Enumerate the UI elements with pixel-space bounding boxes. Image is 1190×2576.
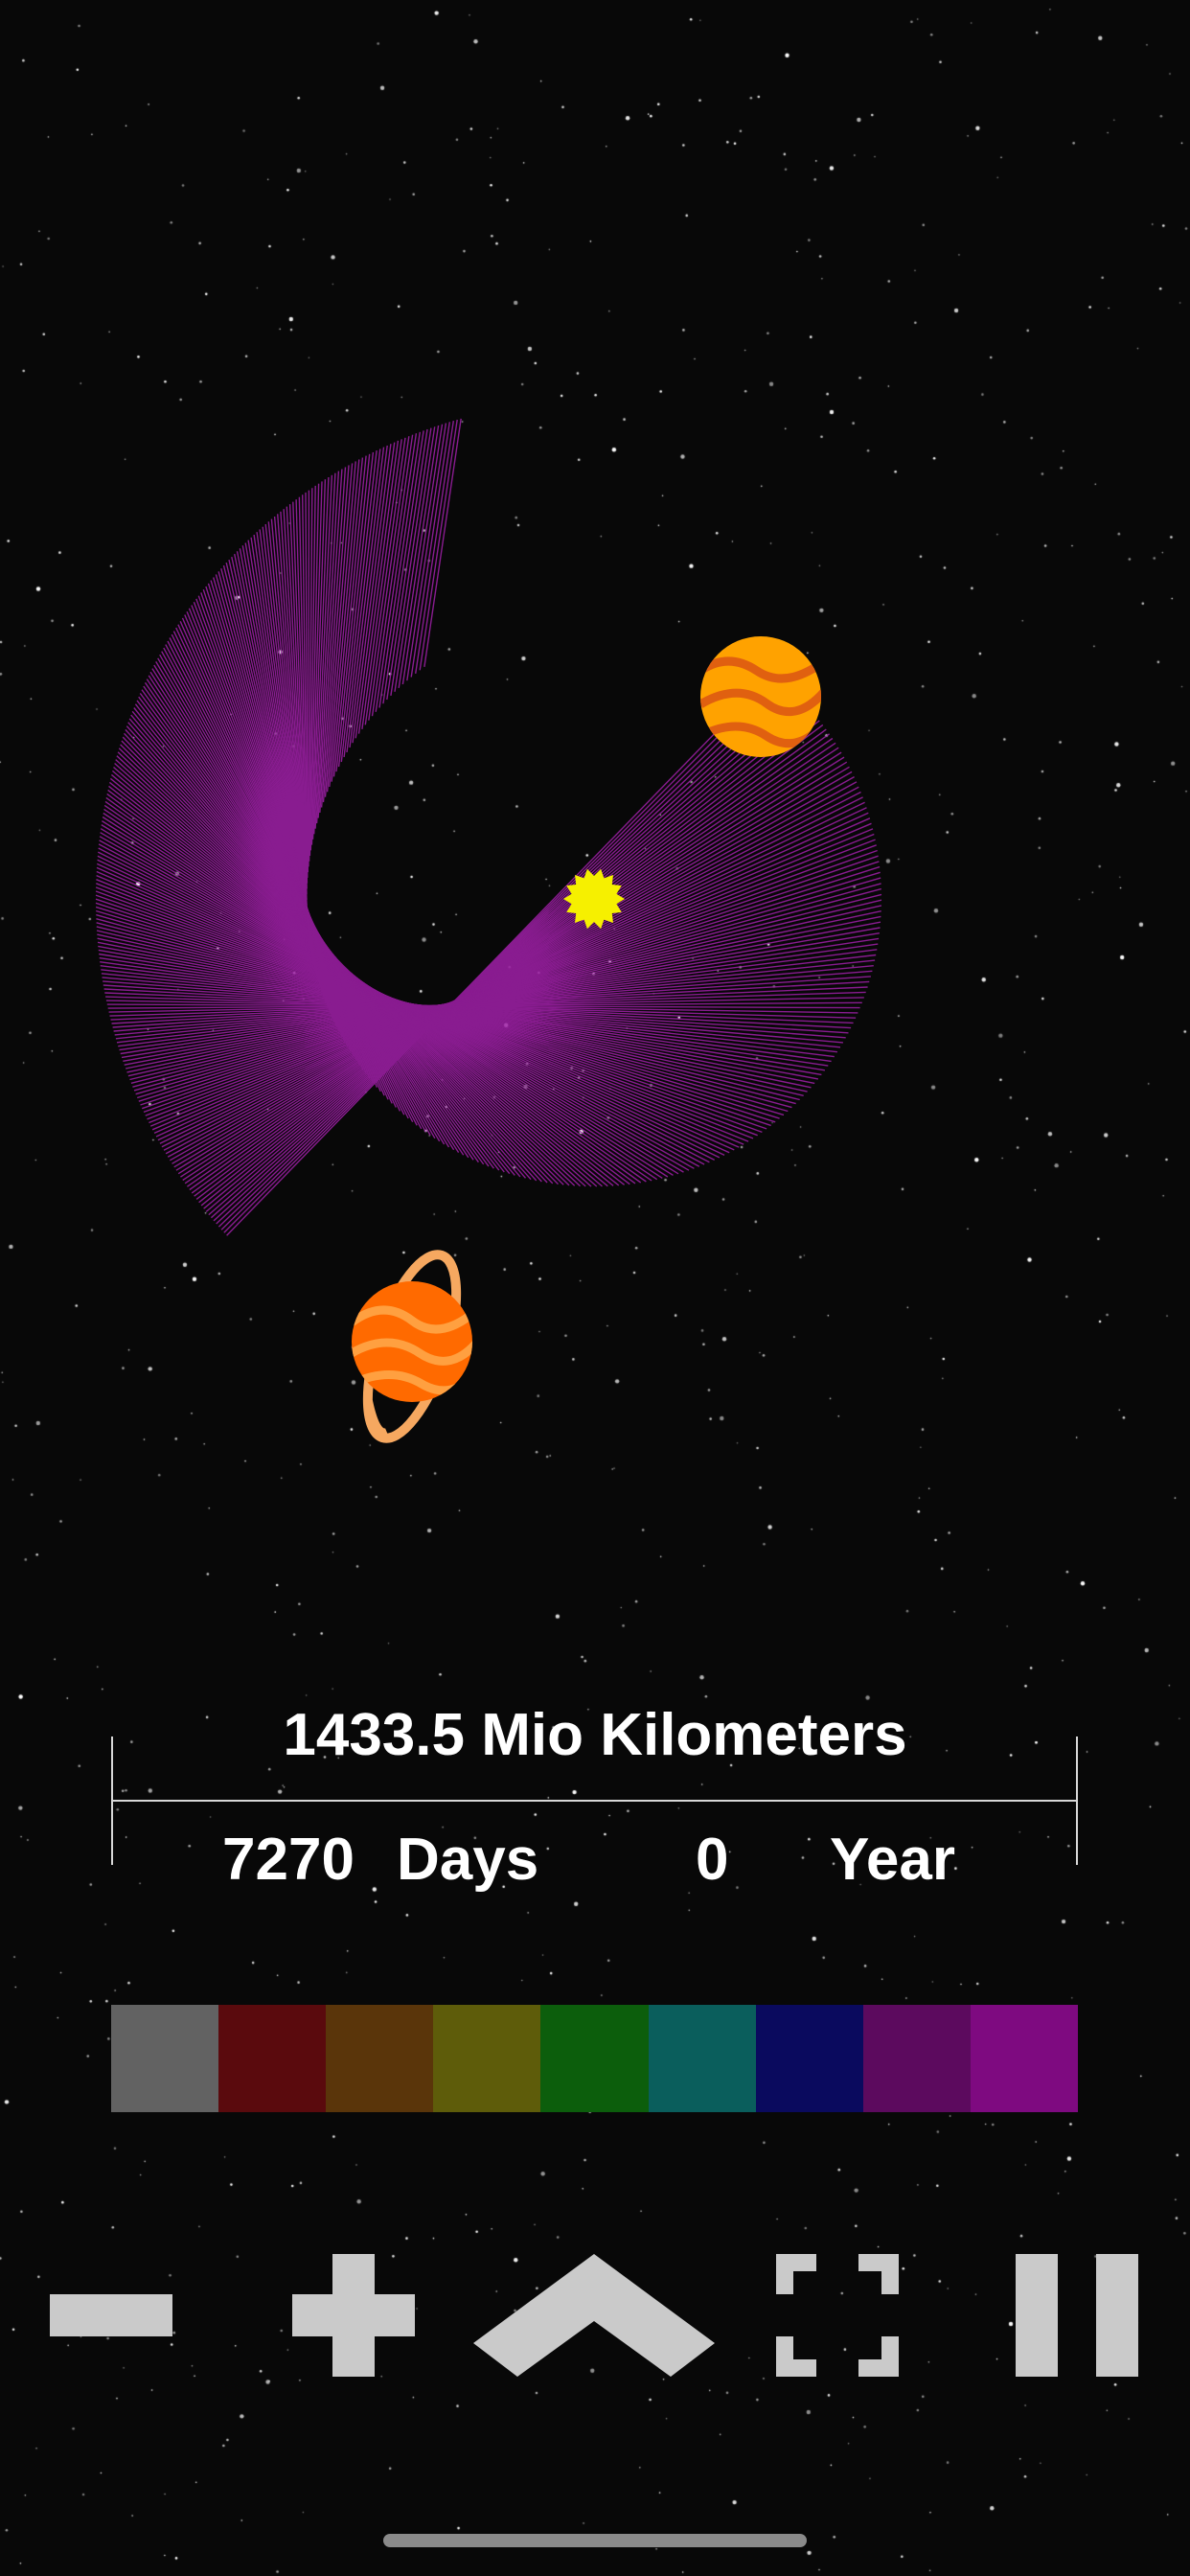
- days-label: Days: [397, 1827, 539, 1893]
- year-value: 0: [696, 1827, 729, 1893]
- saturn-icon: [352, 1250, 472, 1443]
- plus-icon: [292, 2254, 415, 2377]
- color-swatch-4[interactable]: [433, 2005, 541, 2112]
- color-swatch-1[interactable]: [111, 2005, 219, 2112]
- fullscreen-icon: [776, 2254, 899, 2377]
- home-indicator[interactable]: [383, 2534, 807, 2547]
- pause-button[interactable]: [1016, 2254, 1138, 2377]
- zoom-out-button[interactable]: [50, 2254, 172, 2377]
- days-value: 7270: [222, 1827, 355, 1893]
- bracket-divider: [111, 1800, 1078, 1802]
- orbit-line-pattern: [95, 418, 882, 1236]
- color-swatch-9[interactable]: [970, 2005, 1078, 2112]
- color-swatch-3[interactable]: [326, 2005, 434, 2112]
- pause-icon: [1016, 2254, 1138, 2377]
- chevron-up-icon: [473, 2254, 715, 2377]
- jupiter-icon: [700, 636, 821, 757]
- color-swatch-5[interactable]: [540, 2005, 649, 2112]
- year-label: Year: [830, 1827, 956, 1893]
- orbit-drawing: [95, 418, 882, 1443]
- color-swatch-7[interactable]: [755, 2005, 863, 2112]
- fullscreen-button[interactable]: [776, 2254, 899, 2377]
- zoom-in-button[interactable]: [292, 2254, 415, 2377]
- color-palette: [111, 2005, 1078, 2112]
- distance-readout: 1433.5 Mio Kilometers: [283, 1702, 907, 1768]
- color-swatch-2[interactable]: [218, 2005, 327, 2112]
- color-swatch-6[interactable]: [648, 2005, 756, 2112]
- collapse-button[interactable]: [473, 2254, 715, 2377]
- color-swatch-8[interactable]: [862, 2005, 971, 2112]
- minus-icon: [50, 2294, 172, 2336]
